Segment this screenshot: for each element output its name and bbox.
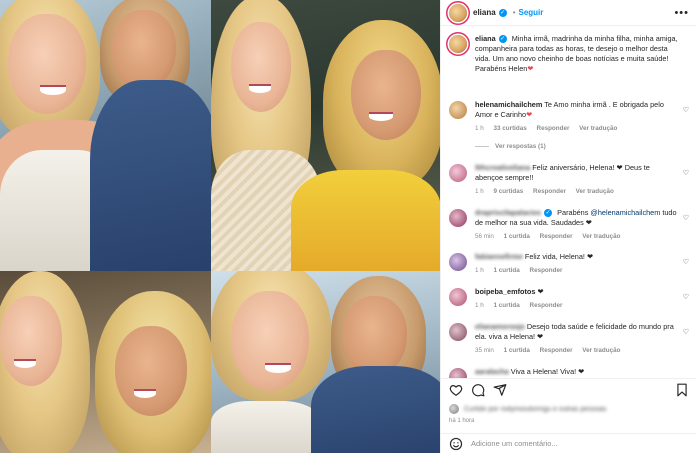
commenter-avatar[interactable] xyxy=(449,209,467,227)
caption-body: eliana ✓ Minha irmã, madrinha da minha fi… xyxy=(475,34,693,74)
comment-meta: 1 h 9 curtidas Responder Ver tradução xyxy=(475,187,679,197)
like-comment-heart-icon[interactable]: ♡ xyxy=(683,214,689,224)
comment-text: Parabéns xyxy=(555,208,591,217)
comment-item: 5thcreativeliana Feliz aniversário, Hele… xyxy=(449,163,693,197)
comment-likes[interactable]: 33 curtidas xyxy=(494,125,527,132)
like-comment-heart-icon[interactable]: ♡ xyxy=(683,106,689,116)
comment-item: drapriscilapalacios ✓ Parabéns @helenamic… xyxy=(449,208,693,242)
like-comment-heart-icon[interactable]: ♡ xyxy=(683,169,689,179)
comment-time: 1 h xyxy=(475,188,484,195)
comment-likes[interactable]: 1 curtida xyxy=(494,267,520,274)
comment-time: 1 h xyxy=(475,125,484,132)
translate-button[interactable]: Ver tradução xyxy=(582,347,620,354)
comment-text: Viva a Helena! Viva! ❤ xyxy=(508,367,585,376)
more-options-icon[interactable]: ••• xyxy=(674,7,689,19)
heart-icon[interactable] xyxy=(449,383,463,397)
comment-item: helenamichailchem Te Amo minha irmã . E … xyxy=(449,100,693,152)
translate-button[interactable]: Ver tradução xyxy=(576,188,614,195)
mention-link[interactable]: @helenamichailchem xyxy=(590,208,660,217)
comment-input[interactable] xyxy=(471,439,651,448)
comment-text: ❤ xyxy=(535,287,544,296)
translate-button[interactable]: Ver tradução xyxy=(582,233,620,240)
liked-by-text[interactable]: Curtido por rodymoiutormgu e outras pess… xyxy=(464,406,606,413)
comment-text: Feliz vida, Helena! ❤ xyxy=(522,252,594,261)
author-username[interactable]: eliana xyxy=(473,8,496,17)
comment-username[interactable]: aaralacha xyxy=(475,367,509,376)
comment-username[interactable]: drapriscilapalacios xyxy=(475,208,541,217)
reply-button[interactable]: Responder xyxy=(540,347,573,354)
send-icon[interactable] xyxy=(493,383,507,397)
post-time: há 1 hora xyxy=(449,418,475,424)
comment-username[interactable]: 5thcreativeliana xyxy=(475,163,530,172)
bookmark-icon[interactable] xyxy=(675,383,689,397)
caption-avatar[interactable] xyxy=(449,35,467,53)
verified-badge-icon: ✓ xyxy=(498,35,507,44)
comment-time: 56 min xyxy=(475,233,494,240)
commenter-avatar[interactable] xyxy=(449,164,467,182)
comment-heart-emoji: ❤ xyxy=(526,110,533,119)
follow-button[interactable]: Seguir xyxy=(519,8,544,17)
post-header: eliana ✓ • Seguir ••• xyxy=(441,0,696,26)
post-actions-bar xyxy=(441,378,696,400)
verified-badge-icon: ✓ xyxy=(544,209,553,218)
comment-time: 1 h xyxy=(475,302,484,309)
liked-by: Curtido por rodymoiutormgu e outras pess… xyxy=(449,404,606,414)
comment-meta: 35 min 1 curtida Responder Ver tradução xyxy=(475,346,679,356)
like-comment-heart-icon[interactable]: ♡ xyxy=(683,293,689,303)
reply-button[interactable]: Responder xyxy=(530,302,563,309)
comment-item: elianamoroojo Desejo toda saúde e felici… xyxy=(449,322,693,356)
comment-time: 1 h xyxy=(475,267,484,274)
comment-likes[interactable]: 9 curtidas xyxy=(494,188,524,195)
liker-avatar[interactable] xyxy=(449,404,459,414)
translate-button[interactable]: Ver tradução xyxy=(579,125,617,132)
comment-meta: 1 h 1 curtida Responder xyxy=(475,301,679,311)
comment-username[interactable]: elianamoroojo xyxy=(475,322,525,331)
smiley-icon[interactable] xyxy=(449,437,463,451)
comment-item: fabiannefirme Feliz vida, Helena! ❤ 1 h … xyxy=(449,252,693,276)
comment-icon[interactable] xyxy=(471,383,485,397)
commenter-avatar[interactable] xyxy=(449,253,467,271)
photo-top-left xyxy=(0,0,211,271)
commenter-avatar[interactable] xyxy=(449,101,467,119)
add-comment-bar xyxy=(441,433,696,453)
comment-meta: 1 h 1 curtida Responder xyxy=(475,266,679,276)
reply-button[interactable]: Responder xyxy=(530,267,563,274)
reply-button[interactable]: Responder xyxy=(533,188,566,195)
post-caption: eliana ✓ Minha irmã, madrinha da minha fi… xyxy=(449,34,693,74)
reply-button[interactable]: Responder xyxy=(537,125,570,132)
post-image[interactable] xyxy=(0,0,440,453)
author-avatar[interactable] xyxy=(449,3,467,22)
comments-list[interactable]: eliana ✓ Minha irmã, madrinha da minha fi… xyxy=(441,30,696,410)
comment-time: 35 min xyxy=(475,347,494,354)
separator-dot: • xyxy=(512,8,516,17)
reply-button[interactable]: Responder xyxy=(540,233,573,240)
red-heart-emoji: ❤ xyxy=(527,64,534,73)
comment-likes[interactable]: 1 curtida xyxy=(504,347,530,354)
comment-likes[interactable]: 1 curtida xyxy=(494,302,520,309)
comment-username[interactable]: helenamichailchem xyxy=(475,100,542,109)
photo-bottom-right xyxy=(211,271,440,453)
commenter-avatar[interactable] xyxy=(449,288,467,306)
comment-item: boipeba_emfotos ❤ 1 h 1 curtida Responde… xyxy=(449,287,693,311)
comment-meta: 1 h 33 curtidas Responder Ver tradução xyxy=(475,124,679,134)
comment-username[interactable]: fabiannefirme xyxy=(475,252,523,261)
photo-bottom-left xyxy=(0,271,211,453)
comment-username[interactable]: boipeba_emfotos xyxy=(475,287,535,296)
verified-badge-icon: ✓ xyxy=(498,8,507,17)
like-comment-heart-icon[interactable]: ♡ xyxy=(683,258,689,268)
like-comment-heart-icon[interactable]: ♡ xyxy=(683,328,689,338)
view-replies-button[interactable]: Ver respostas (1) xyxy=(475,142,679,152)
caption-username[interactable]: eliana xyxy=(475,34,496,43)
comment-likes[interactable]: 1 curtida xyxy=(504,233,530,240)
comment-meta: 56 min 1 curtida Responder Ver tradução xyxy=(475,232,679,242)
post-sidebar: eliana ✓ • Seguir ••• eliana ✓ Minha irmã… xyxy=(440,0,696,453)
photo-top-right xyxy=(211,0,440,271)
commenter-avatar[interactable] xyxy=(449,323,467,341)
